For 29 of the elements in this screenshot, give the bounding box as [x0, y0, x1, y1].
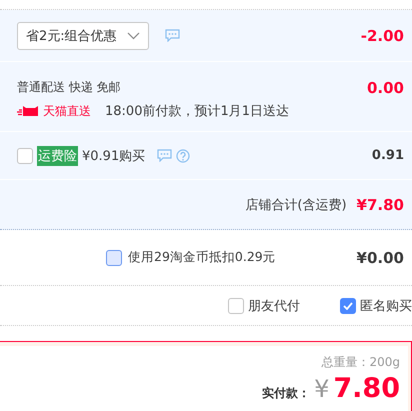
cat-logo-icon [17, 105, 41, 117]
checkbox[interactable] [106, 250, 122, 266]
currency-symbol: ¥ [314, 375, 330, 403]
delivery-estimate: 18:00前付款，预计1月1日送达 [105, 103, 290, 120]
help-icon[interactable] [176, 148, 190, 162]
delivery-label: 天猫直送 [43, 102, 91, 120]
chat-icon[interactable] [157, 149, 172, 162]
shipping-amount: 0.00 [366, 79, 404, 97]
total-weight: 总重量：200g [321, 354, 400, 371]
total-label: 实付款： [262, 385, 310, 402]
delivery-method: 普通配送 快递 免邮 [17, 79, 122, 96]
store-total-amount: ¥7.80 [356, 196, 404, 214]
insurance-amount: 0.91 [372, 148, 404, 163]
chevron-down-icon [126, 32, 140, 40]
checkbox[interactable] [228, 298, 244, 314]
discount-amount: -2.00 [360, 26, 404, 44]
insurance-price: ¥0.91购买 [82, 148, 146, 164]
store-total-label: 店铺合计(含运费) [245, 196, 347, 214]
checkmark-icon [343, 302, 353, 310]
option-label: 匿名购买 [360, 298, 412, 314]
checkbox[interactable] [340, 298, 356, 314]
option-label: 朋友代付 [248, 298, 300, 314]
coins-label: 使用29淘金币抵扣0.29元 [128, 249, 276, 266]
insurance-tag: 运费险 [37, 146, 78, 166]
chat-icon[interactable] [164, 29, 180, 42]
coins-amount: ¥0.00 [356, 248, 404, 266]
promotion-dropdown[interactable]: 省2元:组合优惠 [17, 22, 149, 50]
checkbox[interactable] [17, 148, 33, 164]
total-amount: 7.80 [333, 373, 400, 404]
